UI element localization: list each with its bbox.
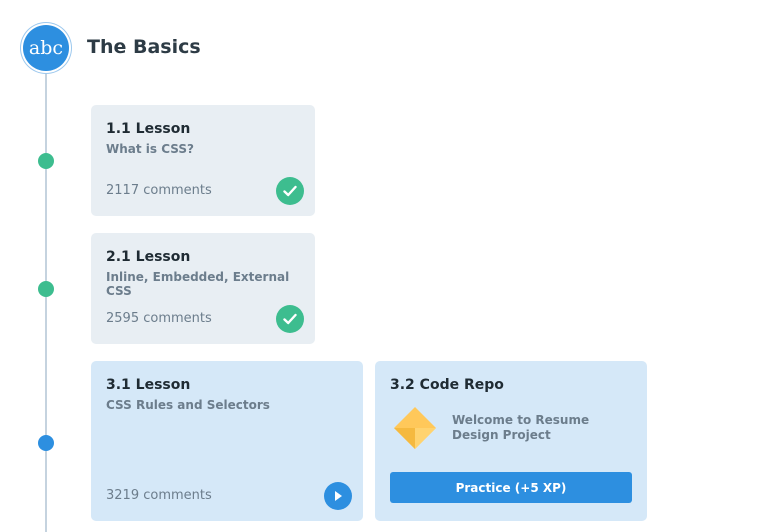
badge-text: abc: [28, 37, 64, 59]
check-icon: [276, 177, 304, 205]
lesson-title: 1.1 Lesson: [106, 121, 191, 137]
lesson-card-3-1[interactable]: 3.1 Lesson CSS Rules and Selectors 3219 …: [91, 361, 363, 521]
timeline-dot-completed: [38, 281, 54, 297]
code-repo-title: 3.2 Code Repo: [390, 377, 504, 393]
lesson-card-2-1[interactable]: 2.1 Lesson Inline, Embedded, External CS…: [91, 233, 315, 344]
code-repo-icon: [394, 407, 436, 449]
comments-count[interactable]: 3219 comments: [106, 488, 212, 503]
code-repo-card[interactable]: 3.2 Code Repo Welcome to Resume Design P…: [375, 361, 647, 521]
comments-count[interactable]: 2117 comments: [106, 183, 212, 198]
comments-count[interactable]: 2595 comments: [106, 311, 212, 326]
check-icon: [276, 305, 304, 333]
play-icon[interactable]: [324, 482, 352, 510]
timeline-dot-current: [38, 435, 54, 451]
lesson-subtitle: CSS Rules and Selectors: [106, 398, 270, 412]
section-title: The Basics: [87, 36, 201, 58]
code-repo-description: Welcome to Resume Design Project: [452, 413, 590, 442]
lesson-card-1-1[interactable]: 1.1 Lesson What is CSS? 2117 comments: [91, 105, 315, 216]
lesson-subtitle: What is CSS?: [106, 142, 194, 156]
lesson-title: 2.1 Lesson: [106, 249, 191, 265]
practice-button[interactable]: Practice (+5 XP): [390, 472, 632, 503]
lesson-subtitle: Inline, Embedded, External CSS: [106, 270, 290, 298]
timeline-dot-completed: [38, 153, 54, 169]
lesson-title: 3.1 Lesson: [106, 377, 191, 393]
section-badge: abc: [23, 25, 69, 71]
timeline-line: [45, 62, 47, 532]
